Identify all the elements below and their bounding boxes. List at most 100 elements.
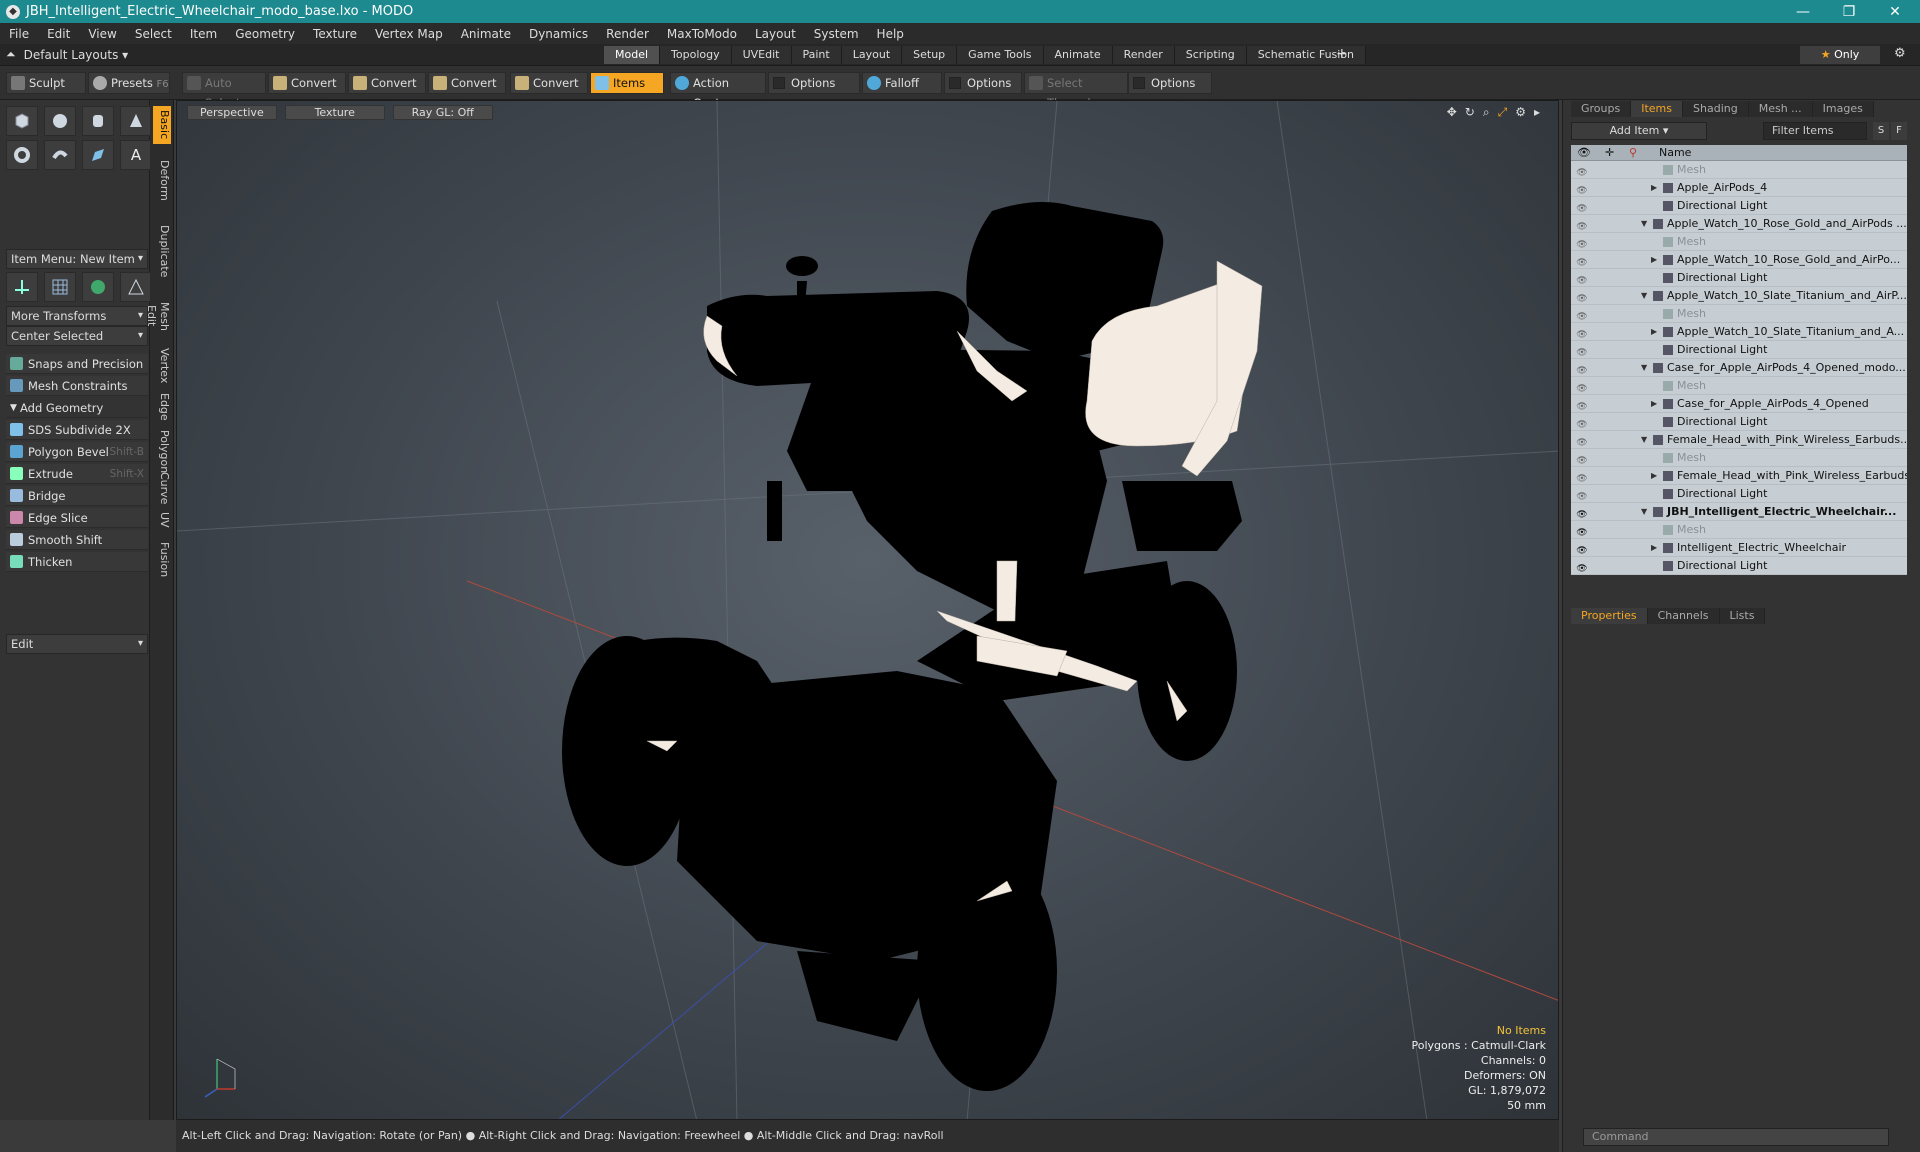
menu-layout[interactable]: Layout xyxy=(746,27,805,41)
pen-tool-icon[interactable] xyxy=(82,140,114,170)
visibility-eye-icon[interactable]: 👁 xyxy=(1575,398,1589,412)
menu-system[interactable]: System xyxy=(805,27,868,41)
grid-icon[interactable] xyxy=(44,272,76,302)
tool-smooth-shift[interactable]: Smooth Shift xyxy=(6,530,148,550)
expand-right-icon[interactable]: ▶ xyxy=(1651,323,1657,340)
tree-row[interactable]: 👁 Mesh xyxy=(1571,449,1907,467)
transform-icon[interactable] xyxy=(6,272,38,302)
sculpt-button[interactable]: Sculpt xyxy=(6,72,86,94)
visibility-eye-icon[interactable]: 👁 xyxy=(1575,290,1589,304)
expand-right-icon[interactable]: ▶ xyxy=(1651,467,1657,484)
visibility-eye-icon[interactable]: 👁 xyxy=(1575,524,1589,538)
tab-mesh-[interactable]: Mesh ... xyxy=(1748,101,1813,117)
tool-extrude[interactable]: Extrude Shift-X xyxy=(6,464,148,484)
tree-row[interactable]: 👁 Directional Light xyxy=(1571,269,1907,287)
menu-item[interactable]: Item xyxy=(181,27,226,41)
expand-down-icon[interactable]: ▼ xyxy=(1641,215,1647,232)
add-geometry-header[interactable]: ▼ Add Geometry xyxy=(6,398,148,418)
tab-channels[interactable]: Channels xyxy=(1647,608,1720,624)
visibility-eye-icon[interactable]: 👁 xyxy=(1575,488,1589,502)
globe-icon[interactable] xyxy=(82,272,114,302)
tab-paint[interactable]: Paint xyxy=(791,46,842,64)
expand-down-icon[interactable]: ▼ xyxy=(1641,503,1647,520)
tree-row[interactable]: 👁 ▼ Case_for_Apple_AirPods_4_Opened_modo..… xyxy=(1571,359,1907,377)
vtab-deform[interactable]: Deform xyxy=(153,150,171,210)
mesh-constraints-button[interactable]: Mesh Constraints xyxy=(6,376,148,396)
menu-dynamics[interactable]: Dynamics xyxy=(520,27,597,41)
visibility-eye-icon[interactable]: 👁 xyxy=(1575,560,1589,574)
visibility-eye-icon[interactable]: 👁 xyxy=(1575,326,1589,340)
visibility-eye-icon[interactable]: 👁 xyxy=(1575,164,1589,178)
tab-images[interactable]: Images xyxy=(1812,101,1874,117)
tree-row[interactable]: 👁 Mesh xyxy=(1571,233,1907,251)
pyramid-icon[interactable] xyxy=(120,272,152,302)
visibility-eye-icon[interactable]: 👁 xyxy=(1575,380,1589,394)
visibility-eye-icon[interactable]: 👁 xyxy=(1575,182,1589,196)
tree-row[interactable]: 👁 Mesh xyxy=(1571,305,1907,323)
menu-geometry[interactable]: Geometry xyxy=(226,27,304,41)
convert-button-4[interactable]: Convert xyxy=(510,72,588,94)
sphere-primitive-icon[interactable] xyxy=(44,106,76,136)
visibility-eye-icon[interactable]: 👁 xyxy=(1575,308,1589,322)
expand-right-icon[interactable]: ▶ xyxy=(1651,179,1657,196)
visibility-eye-icon[interactable]: 👁 xyxy=(1575,236,1589,250)
torus-primitive-icon[interactable] xyxy=(6,140,38,170)
expand-down-icon[interactable]: ▼ xyxy=(1641,359,1647,376)
vtab-curve[interactable]: Curve xyxy=(153,472,171,504)
filter-items-input[interactable]: Filter Items xyxy=(1763,122,1867,140)
convert-button-1[interactable]: Convert xyxy=(268,72,346,94)
falloff-button[interactable]: Falloff xyxy=(862,72,942,94)
vtab-basic[interactable]: Basic xyxy=(153,106,171,144)
auto-select-button[interactable]: Auto Select xyxy=(182,72,266,110)
action-center-button[interactable]: Action Center xyxy=(670,72,766,110)
snaps-and-precision-button[interactable]: Snaps and Precision xyxy=(6,354,148,374)
expand-right-icon[interactable]: ▶ xyxy=(1651,395,1657,412)
tree-row[interactable]: 👁 ▶ Intelligent_Electric_Wheelchair xyxy=(1571,539,1907,557)
tab-model[interactable]: Model xyxy=(604,46,661,64)
items-mode-button[interactable]: Items xyxy=(590,72,664,94)
tab-items[interactable]: Items xyxy=(1631,101,1684,117)
cylinder-primitive-icon[interactable] xyxy=(82,106,114,136)
options-button-1[interactable]: Options xyxy=(768,72,860,94)
tab-schematic-fusion[interactable]: Schematic Fusion xyxy=(1246,46,1367,64)
tab-lists[interactable]: Lists xyxy=(1719,608,1766,624)
tree-row[interactable]: 👁 Mesh xyxy=(1571,377,1907,395)
tab-uvedit[interactable]: UVEdit xyxy=(731,46,792,64)
tree-row[interactable]: 👁 Mesh xyxy=(1571,161,1907,179)
s-button[interactable]: S xyxy=(1873,122,1889,140)
item-menu-dropdown[interactable]: Item Menu: New Item xyxy=(6,249,148,269)
tree-row[interactable]: 👁 Directional Light xyxy=(1571,557,1907,575)
tab-shading[interactable]: Shading xyxy=(1683,101,1749,117)
tree-row[interactable]: 👁 ▶ Female_Head_with_Pink_Wireless_Earbuds xyxy=(1571,467,1907,485)
menu-render[interactable]: Render xyxy=(597,27,658,41)
tool-sds-subdivide-2x[interactable]: SDS Subdivide 2X xyxy=(6,420,148,440)
options-button-3[interactable]: Options xyxy=(1128,72,1212,94)
menu-select[interactable]: Select xyxy=(126,27,181,41)
vtab-edge[interactable]: Edge xyxy=(153,390,171,424)
tree-row[interactable]: 👁 ▶ Case_for_Apple_AirPods_4_Opened xyxy=(1571,395,1907,413)
visibility-eye-icon[interactable]: 👁 xyxy=(1575,272,1589,286)
center-selected-dropdown[interactable]: Center Selected xyxy=(6,326,148,346)
select-through-button[interactable]: Select Through xyxy=(1024,72,1128,110)
tree-row[interactable]: 👁 ▼ JBH_Intelligent_Electric_Wheelchair... xyxy=(1571,503,1907,521)
menu-edit[interactable]: Edit xyxy=(38,27,79,41)
menu-maxtomodo[interactable]: MaxToModo xyxy=(658,27,746,41)
f-button[interactable]: F xyxy=(1891,122,1907,140)
tab-render[interactable]: Render xyxy=(1112,46,1175,64)
minimize-button[interactable]: — xyxy=(1780,0,1826,23)
expand-right-icon[interactable]: ▶ xyxy=(1651,251,1657,268)
expand-down-icon[interactable]: ▼ xyxy=(1641,431,1647,448)
tree-row[interactable]: 👁 Directional Light xyxy=(1571,413,1907,431)
add-item-dropdown[interactable]: Add Item ▾ xyxy=(1571,122,1707,140)
text-tool-icon[interactable]: A xyxy=(120,140,152,170)
vtab-polygon[interactable]: Polygon xyxy=(153,430,171,473)
tree-row[interactable]: 👁 ▶ Apple_Watch_10_Rose_Gold_and_AirPo... xyxy=(1571,251,1907,269)
tube-primitive-icon[interactable] xyxy=(44,140,76,170)
gear-icon[interactable]: ⚙ xyxy=(1894,46,1906,61)
name-column-header[interactable]: Name xyxy=(1659,145,1691,161)
tree-row[interactable]: 👁 ▼ Apple_Watch_10_Slate_Titanium_and_AirP… xyxy=(1571,287,1907,305)
visibility-eye-icon[interactable]: 👁 xyxy=(1575,470,1589,484)
tree-row[interactable]: 👁 ▶ Apple_Watch_10_Slate_Titanium_and_A... xyxy=(1571,323,1907,341)
visibility-eye-icon[interactable]: 👁 xyxy=(1575,416,1589,430)
options-checkbox[interactable] xyxy=(1133,77,1145,89)
